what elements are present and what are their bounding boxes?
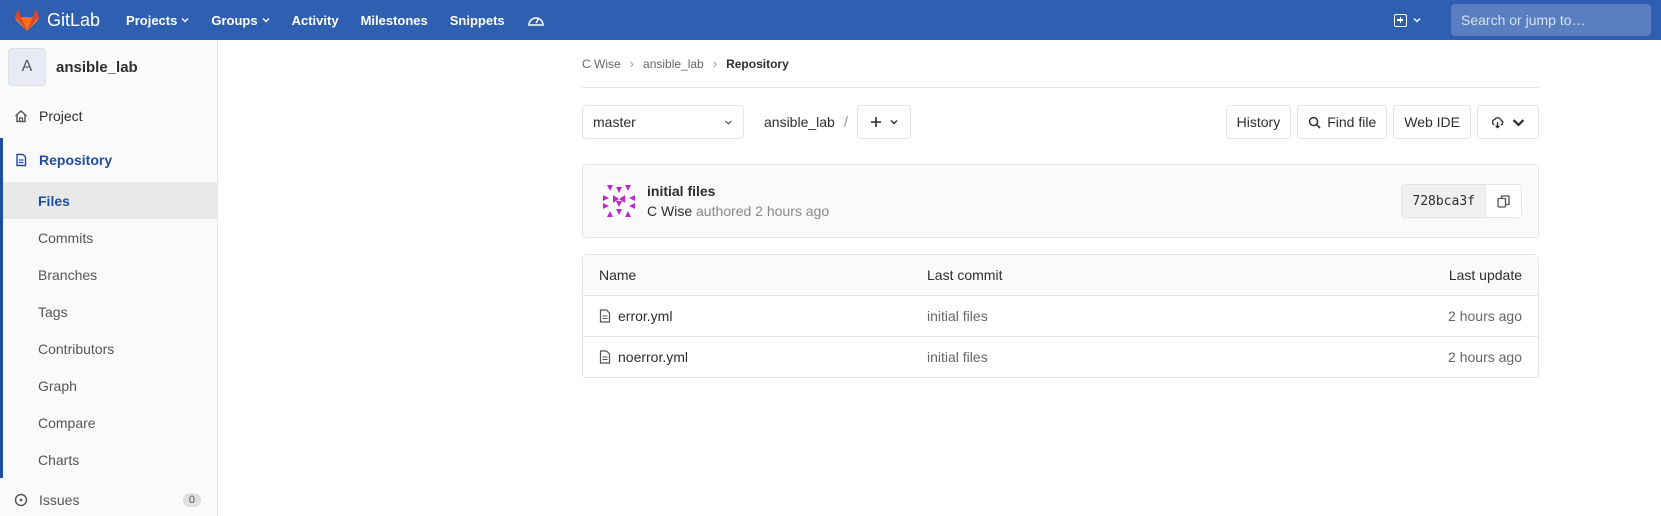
file-last-commit-link[interactable]: initial files <box>927 349 1342 365</box>
nav-milestones[interactable]: Milestones <box>361 13 428 28</box>
breadcrumb-owner[interactable]: C Wise <box>582 57 621 71</box>
gitlab-logo[interactable]: GitLab <box>14 8 100 32</box>
performance-bar-button[interactable] <box>527 12 545 28</box>
nav-activity[interactable]: Activity <box>292 13 339 28</box>
sidebar-item-issues[interactable]: Issues 0 <box>0 478 217 516</box>
project-header[interactable]: A ansible_lab <box>0 40 217 94</box>
search-input[interactable] <box>1461 12 1642 28</box>
chevron-down-icon <box>890 120 898 125</box>
commit-meta: C Wise authored 2 hours ago <box>647 203 829 219</box>
search-box <box>1451 4 1651 36</box>
top-navbar: GitLab Projects Groups Activity Mileston… <box>0 0 1661 40</box>
project-name: ansible_lab <box>56 58 138 76</box>
nav-projects-label: Projects <box>126 12 178 28</box>
path-separator: / <box>843 113 849 131</box>
sidebar-item-label: Repository <box>39 152 113 168</box>
sidebar-subitem-tags[interactable]: Tags <box>3 293 217 330</box>
nav-snippets[interactable]: Snippets <box>450 13 505 28</box>
commit-author-link[interactable]: C Wise <box>647 203 692 219</box>
chevron-down-icon <box>262 18 270 23</box>
chevron-down-icon <box>1512 118 1525 127</box>
file-icon <box>599 350 611 364</box>
nav-groups[interactable]: Groups <box>211 12 270 28</box>
sidebar-subitem-contributors[interactable]: Contributors <box>3 330 217 367</box>
nav-projects[interactable]: Projects <box>126 13 189 28</box>
breadcrumb-separator: › <box>712 56 718 71</box>
sidebar-subitem-graph[interactable]: Graph <box>3 367 217 404</box>
sidebar-subitem-charts[interactable]: Charts <box>3 441 217 478</box>
sidebar-subitem-commits[interactable]: Commits <box>3 219 217 256</box>
doc-icon <box>16 153 27 167</box>
history-button[interactable]: History <box>1225 105 1292 139</box>
header-last-commit: Last commit <box>927 267 1003 283</box>
file-last-update: 2 hours ago <box>1448 349 1522 365</box>
cloud-download-icon <box>1491 116 1504 129</box>
project-avatar: A <box>8 48 46 86</box>
commit-title-link[interactable]: initial files <box>647 183 829 199</box>
gauge-icon <box>527 17 544 26</box>
repo-toolbar: master ansible_lab / History Find file W… <box>582 94 1539 150</box>
commit-time: authored 2 hours ago <box>692 203 830 219</box>
download-dropdown[interactable] <box>1477 105 1539 139</box>
chevron-down-icon <box>1413 18 1421 23</box>
search-icon <box>1309 116 1321 129</box>
sidebar-subitem-branches[interactable]: Branches <box>3 256 217 293</box>
sidebar-item-repository[interactable]: Repository <box>0 138 217 182</box>
sidebar-subitem-files[interactable]: Files <box>3 182 217 219</box>
find-file-button[interactable]: Find file <box>1297 105 1388 139</box>
copy-sha-button[interactable] <box>1486 184 1522 218</box>
file-name-link[interactable]: noerror.yml <box>618 349 688 365</box>
branch-select[interactable]: master <box>582 105 744 139</box>
last-commit-panel: initial files C Wise authored 2 hours ag… <box>582 164 1539 238</box>
chevron-down-icon <box>181 18 189 23</box>
header-last-update: Last update <box>1448 267 1522 283</box>
author-avatar[interactable] <box>599 181 639 221</box>
add-to-tree-dropdown[interactable] <box>857 105 912 139</box>
chevron-down-icon <box>725 120 732 125</box>
main-content: C Wise › ansible_lab › Repository master… <box>582 40 1539 378</box>
copy-icon <box>1497 194 1510 208</box>
find-file-label: Find file <box>1327 114 1377 130</box>
header-name: Name <box>599 267 637 283</box>
table-row[interactable]: noerror.yml initial files 2 hours ago <box>583 336 1538 377</box>
file-last-update: 2 hours ago <box>1448 308 1522 324</box>
table-row[interactable]: error.yml initial files 2 hours ago <box>583 295 1538 336</box>
home-icon <box>15 110 27 123</box>
brand-name: GitLab <box>47 9 101 30</box>
issues-count-badge: 0 <box>182 493 201 507</box>
web-ide-button[interactable]: Web IDE <box>1393 105 1471 139</box>
file-name-link[interactable]: error.yml <box>618 308 672 324</box>
table-header: Name Last commit Last update <box>583 255 1538 295</box>
sidebar-item-label: Project <box>39 108 83 124</box>
commit-sha-button[interactable]: 728bca3f <box>1401 184 1486 218</box>
repository-submenu: Files Commits Branches Tags Contributors… <box>0 182 217 478</box>
identicon-avatar <box>599 181 639 221</box>
breadcrumb-project[interactable]: ansible_lab <box>643 57 704 71</box>
breadcrumb: C Wise › ansible_lab › Repository <box>582 40 1539 88</box>
file-last-commit-link[interactable]: initial files <box>927 308 1342 324</box>
sidebar-subitem-compare[interactable]: Compare <box>3 404 217 441</box>
issues-icon <box>14 493 28 507</box>
plus-icon <box>871 117 882 127</box>
gitlab-fox-icon <box>15 9 39 31</box>
breadcrumb-current[interactable]: Repository <box>726 57 789 71</box>
plus-square-icon <box>1394 13 1407 27</box>
new-dropdown-button[interactable] <box>1394 13 1421 27</box>
project-sidebar: A ansible_lab Project Repository Files C… <box>0 40 218 516</box>
sidebar-item-project[interactable]: Project <box>0 94 217 138</box>
nav-groups-label: Groups <box>211 12 258 28</box>
sidebar-item-label: Issues <box>39 492 80 508</box>
file-tree-table: Name Last commit Last update error.yml i… <box>582 254 1539 378</box>
breadcrumb-separator: › <box>629 56 635 71</box>
branch-name: master <box>593 114 636 130</box>
file-icon <box>599 309 611 323</box>
path-root-link[interactable]: ansible_lab <box>764 114 835 130</box>
